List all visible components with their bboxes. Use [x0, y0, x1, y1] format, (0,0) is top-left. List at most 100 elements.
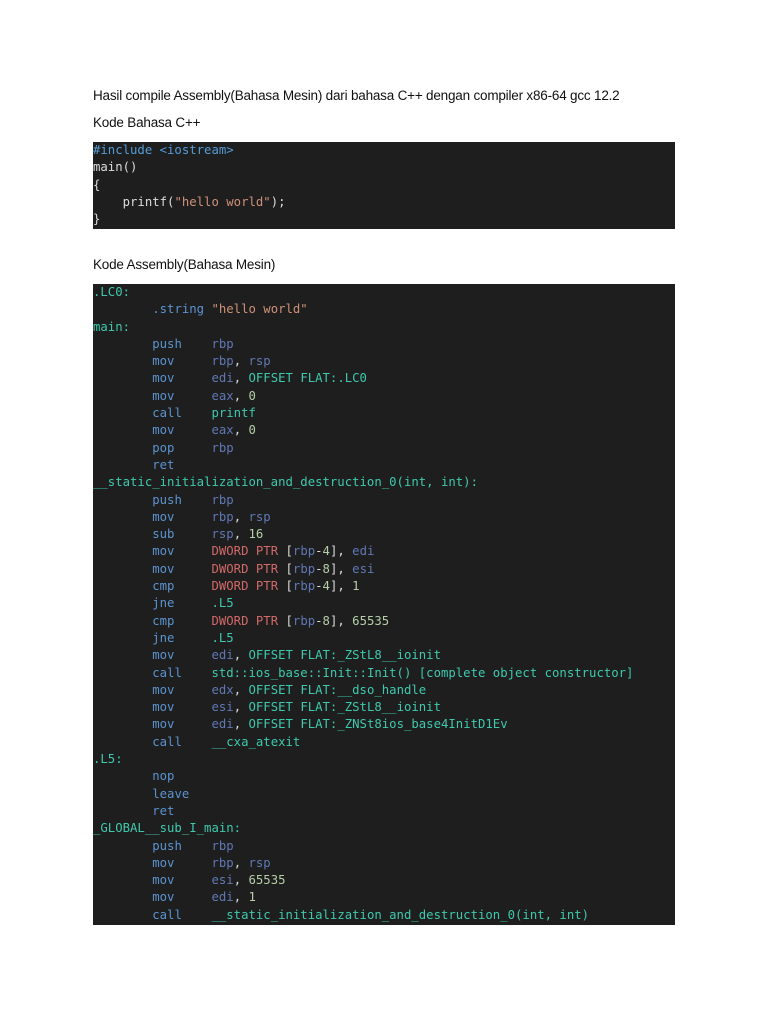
- code-token: ,: [233, 527, 249, 542]
- code-token: rsp: [248, 509, 271, 524]
- code-token: rbp: [211, 492, 234, 507]
- code-line: leave: [93, 786, 675, 803]
- code-token: rbp: [292, 613, 316, 628]
- code-line: mov esi, OFFSET FLAT:_ZStL8__ioinit: [93, 699, 675, 716]
- code-token: mov: [152, 890, 212, 905]
- code-token: #include <iostream>: [93, 143, 234, 157]
- code-token: edi: [352, 544, 375, 559]
- code-token: mov: [152, 354, 212, 369]
- code-line: mov edi, OFFSET FLAT:_ZNSt8ios_base4Init…: [93, 716, 675, 733]
- code-token: ,: [233, 855, 249, 870]
- code-token: 4: [322, 544, 330, 559]
- code-line: nop: [93, 768, 675, 785]
- code-token: 1: [352, 579, 360, 594]
- code-token: main:: [93, 319, 131, 334]
- code-token: mov: [152, 561, 212, 576]
- code-token: ,: [233, 890, 249, 905]
- code-token: ret: [152, 803, 175, 818]
- code-line: mov eax, 0: [93, 422, 675, 439]
- code-token: call: [152, 665, 212, 680]
- code-token: call: [152, 406, 212, 421]
- code-token: ,: [233, 682, 249, 697]
- code-token: "hello world": [211, 302, 308, 317]
- code-line: mov edi, OFFSET FLAT:_ZStL8__ioinit: [93, 647, 675, 664]
- code-line: .string "hello world": [93, 301, 675, 318]
- code-token: [: [285, 613, 293, 628]
- code-token: OFFSET FLAT:_ZStL8__ioinit: [248, 700, 442, 715]
- code-token: );: [270, 194, 286, 209]
- code-line: .L5:: [93, 751, 675, 768]
- code-line: {: [93, 177, 675, 194]
- code-token: __static_initialization_and_destruction_…: [211, 907, 590, 922]
- code-token: edi: [211, 648, 234, 663]
- code-line: call std::ios_base::Init::Init() [comple…: [93, 665, 675, 682]
- code-token: __static_initialization_and_destruction_…: [93, 475, 478, 490]
- code-token: DWORD PTR: [211, 544, 286, 559]
- code-token: DWORD PTR: [211, 613, 286, 628]
- code-token: ,: [233, 873, 249, 888]
- code-token: DWORD PTR: [211, 579, 286, 594]
- code-line: ret: [93, 803, 675, 820]
- code-token: {: [93, 177, 101, 192]
- code-token: printf: [211, 406, 256, 421]
- code-token: jne: [152, 630, 212, 645]
- code-token: push: [152, 336, 212, 351]
- code-token: mov: [152, 682, 212, 697]
- code-token: -: [315, 613, 323, 628]
- code-token: rsp: [248, 354, 271, 369]
- code-token: 4: [322, 579, 330, 594]
- code-token: rbp: [211, 838, 234, 853]
- code-line: cmp DWORD PTR [rbp-8], 65535: [93, 613, 675, 630]
- code-token: 65535: [352, 613, 390, 628]
- code-token: edx: [211, 682, 234, 697]
- code-line: pop rbp: [93, 440, 675, 457]
- code-token: OFFSET FLAT:.LC0: [248, 371, 367, 386]
- code-line: call __cxa_atexit: [93, 734, 675, 751]
- code-token: .L5:: [93, 752, 123, 767]
- code-token: mov: [152, 544, 212, 559]
- code-token: .L5: [211, 630, 234, 645]
- code-line: push rbp: [93, 838, 675, 855]
- code-token: sub: [152, 527, 212, 542]
- code-token: call: [152, 734, 212, 749]
- code-token: std::ios_base::Init::Init() [complete ob…: [211, 665, 634, 680]
- code-line: mov esi, 65535: [93, 872, 675, 889]
- code-token: mov: [152, 717, 212, 732]
- code-token: 65535: [248, 873, 286, 888]
- code-token: }: [93, 212, 101, 227]
- cpp-code-block: #include <iostream> main() { printf("hello…: [93, 142, 675, 229]
- code-token: ret: [152, 457, 175, 472]
- code-token: main(): [93, 160, 138, 175]
- code-token: OFFSET FLAT:__dso_handle: [248, 682, 427, 697]
- code-token: push: [152, 492, 212, 507]
- code-line: mov edi, OFFSET FLAT:.LC0: [93, 370, 675, 387]
- code-token: cmp: [152, 613, 212, 628]
- code-token: ],: [329, 613, 353, 628]
- code-line: __static_initialization_and_destruction_…: [93, 474, 675, 491]
- code-token: esi: [352, 561, 375, 576]
- code-token: mov: [152, 423, 212, 438]
- code-line: printf("hello world");: [93, 194, 675, 211]
- code-token: -: [315, 579, 323, 594]
- code-token: 16: [248, 527, 264, 542]
- code-line: main(): [93, 159, 675, 176]
- code-token: edi: [211, 717, 234, 732]
- code-token: -: [315, 561, 323, 576]
- code-token: mov: [152, 388, 212, 403]
